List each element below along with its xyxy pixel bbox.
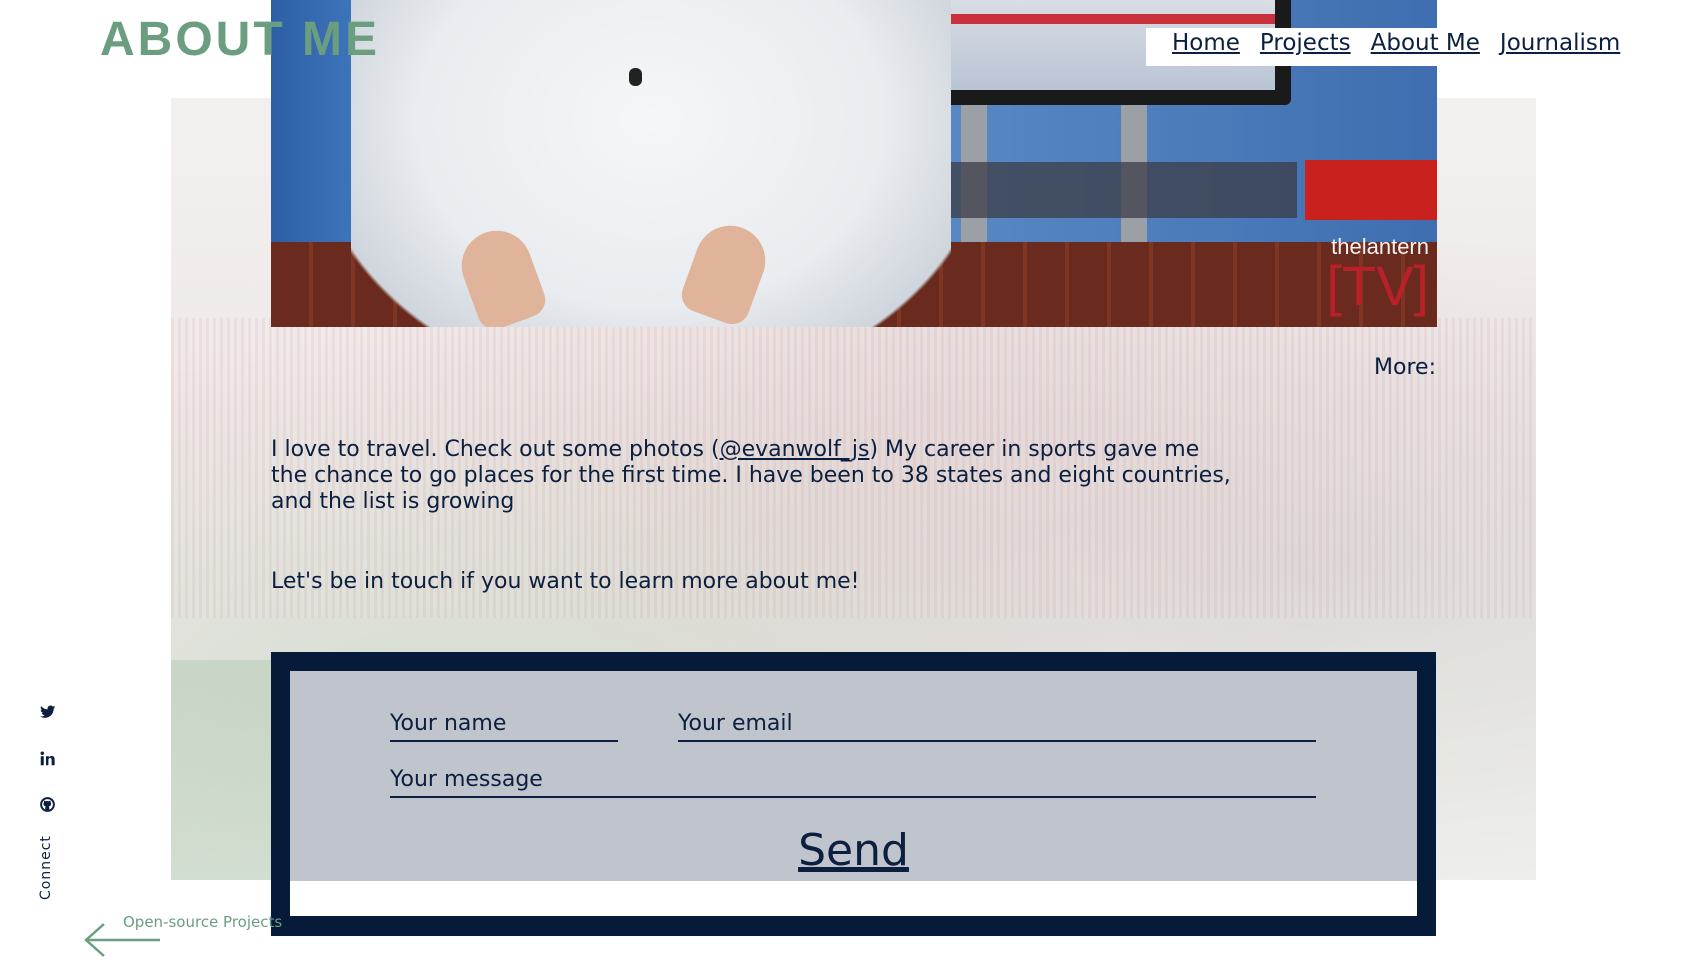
microphone-icon [629,68,642,86]
message-field[interactable] [390,767,1316,798]
nav-home[interactable]: Home [1172,30,1240,56]
lantern-tv-logo: [TV] [1326,254,1429,317]
nav-about-me[interactable]: About Me [1371,30,1480,56]
touch-paragraph: Let's be in touch if you want to learn m… [271,569,860,594]
github-icon[interactable] [40,797,55,816]
send-button[interactable]: Send [290,824,1417,877]
twitter-icon[interactable] [40,705,56,723]
email-field[interactable] [678,711,1316,742]
linkedin-icon[interactable] [40,751,55,770]
open-source-projects-link[interactable]: Open-source Projects [123,913,282,931]
name-field[interactable] [390,711,618,742]
page-title: ABOUT ME [100,13,380,66]
contact-form: Send [271,652,1436,936]
nav-projects[interactable]: Projects [1260,30,1351,56]
instagram-link[interactable]: @evanwolf_js [720,437,870,462]
contact-form-body: Send [290,671,1417,916]
presenter [351,0,951,327]
main-nav: Home Projects About Me Journalism [1172,30,1620,56]
connect-label: Connect [38,835,54,900]
travel-paragraph: I love to travel. Check out some photos … [271,437,1231,514]
nav-journalism[interactable]: Journalism [1500,30,1620,56]
more-label: More: [1374,355,1436,380]
